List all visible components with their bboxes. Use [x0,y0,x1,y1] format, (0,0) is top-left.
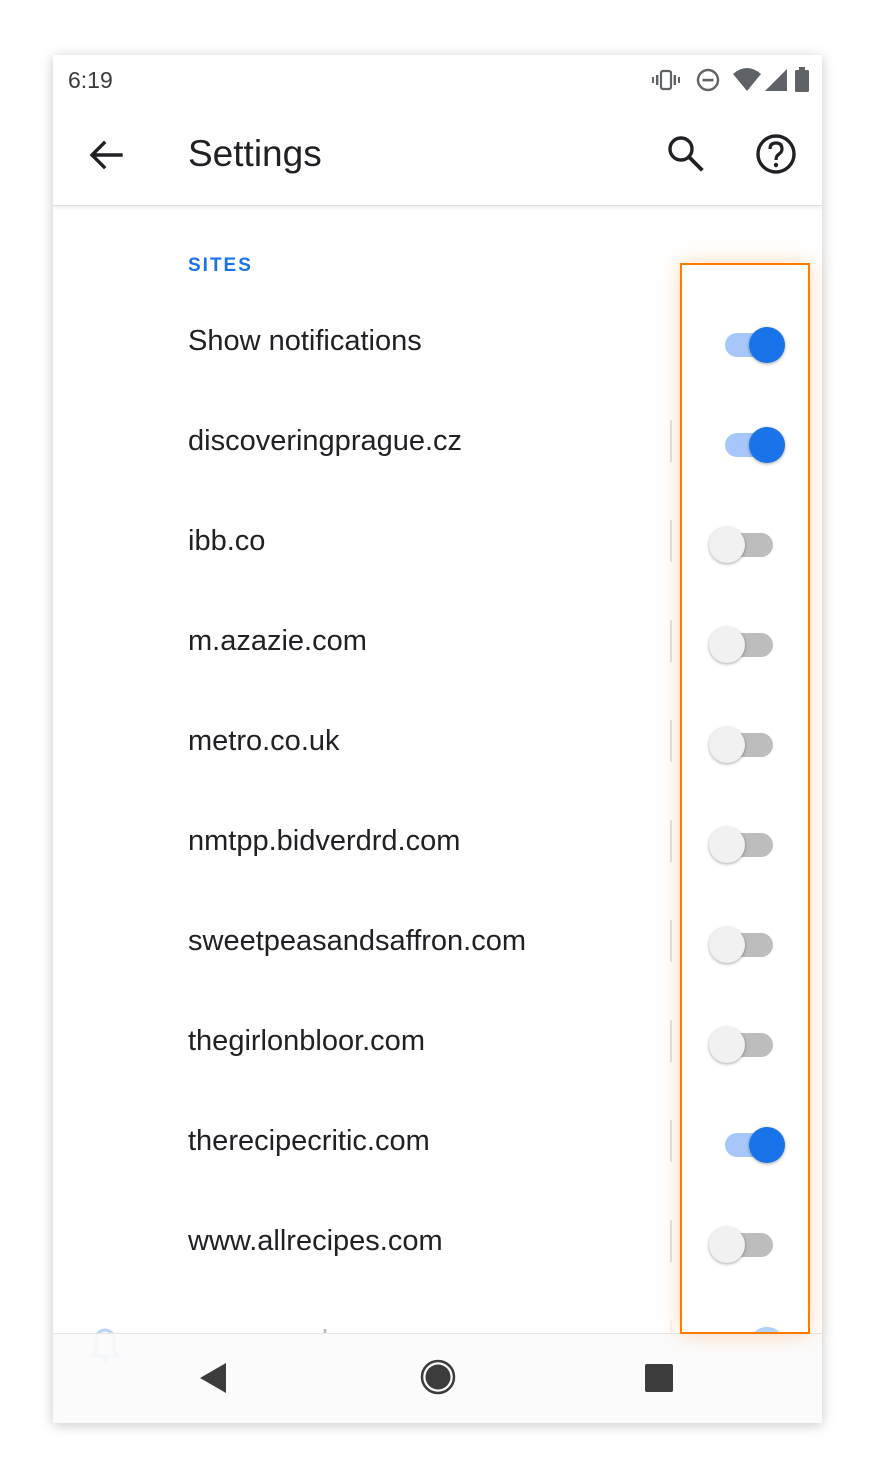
nav-recents-icon[interactable] [645,1364,673,1392]
help-icon[interactable] [753,131,799,177]
divider [670,620,672,662]
back-arrow-icon[interactable] [85,135,125,175]
site-label: www.allrecipes.com [188,1225,443,1257]
site-label: m.azazie.com [188,625,367,657]
divider [670,920,672,962]
app-bar: Settings [53,105,822,206]
do-not-disturb-icon [696,68,720,92]
divider [670,520,672,562]
divider [670,1220,672,1262]
nav-back-icon[interactable] [198,1361,228,1395]
divider [670,820,672,862]
search-icon[interactable] [665,133,705,173]
cell-signal-icon [765,69,787,91]
site-label: therecipecritic.com [188,1125,430,1157]
site-label: thegirlonbloor.com [188,1025,425,1057]
site-label: discoveringprague.cz [188,425,463,457]
site-label: metro.co.uk [188,725,340,757]
status-bar: 6:19 [53,55,822,105]
divider [670,1120,672,1162]
show-notifications-label: Show notifications [188,325,422,357]
divider [670,720,672,762]
wifi-icon [733,68,761,91]
site-label: www.google.com [188,1325,407,1333]
site-label: sweetpeasandsaffron.com [188,925,527,957]
section-header-sites: SITES [188,255,253,276]
toggle-column-highlight [680,263,810,1334]
navigation-bar [53,1333,822,1423]
divider [670,420,672,462]
divider [670,1020,672,1062]
battery-icon [795,67,809,92]
site-label: ibb.co [188,525,266,557]
nav-home-icon[interactable] [419,1358,457,1396]
site-label: nmtpp.bidverdrd.com [188,825,461,857]
page-title: Settings [188,133,322,174]
divider [670,1320,672,1333]
status-time: 6:19 [68,67,113,93]
vibrate-icon [652,69,680,91]
